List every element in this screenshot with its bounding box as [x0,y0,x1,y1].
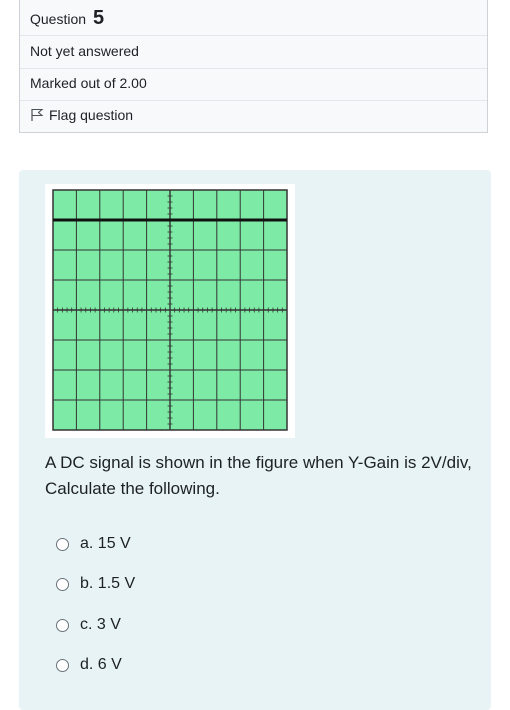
flag-question-link[interactable]: Flag question [30,107,133,123]
radio-button[interactable] [56,618,69,632]
option-value: 3 V [96,616,121,633]
question-marks: Marked out of 2.00 [30,75,147,91]
question-prompt: A DC signal is shown in the figure when … [45,453,472,498]
option-a[interactable]: a. 15 V [56,535,131,553]
divider [20,100,487,101]
option-c[interactable]: c. 3 V [56,616,121,634]
radio-button[interactable] [56,577,69,591]
radio-button[interactable] [56,658,69,672]
option-letter: c. [80,616,93,633]
question-title: Question 5 [30,7,104,30]
question-info-panel: Question 5 Not yet answered Marked out o… [19,0,488,133]
option-letter: b. [80,575,94,592]
question-status: Not yet answered [30,43,139,59]
divider [20,68,487,69]
option-value: 1.5 V [97,575,136,592]
option-value: 15 V [97,535,131,552]
option-letter: a. [80,535,94,552]
divider [20,35,487,36]
option-value: 6 V [97,656,122,673]
option-letter: d. [80,656,94,673]
option-b[interactable]: b. 1.5 V [56,575,135,593]
radio-button[interactable] [56,537,69,551]
option-d[interactable]: d. 6 V [56,656,122,674]
question-number: 5 [92,7,105,29]
oscilloscope-screen [52,189,288,431]
oscilloscope-figure [45,184,295,438]
question-label: Question [30,11,87,27]
flag-question-label: Flag question [49,107,134,123]
flag-icon [31,108,44,121]
